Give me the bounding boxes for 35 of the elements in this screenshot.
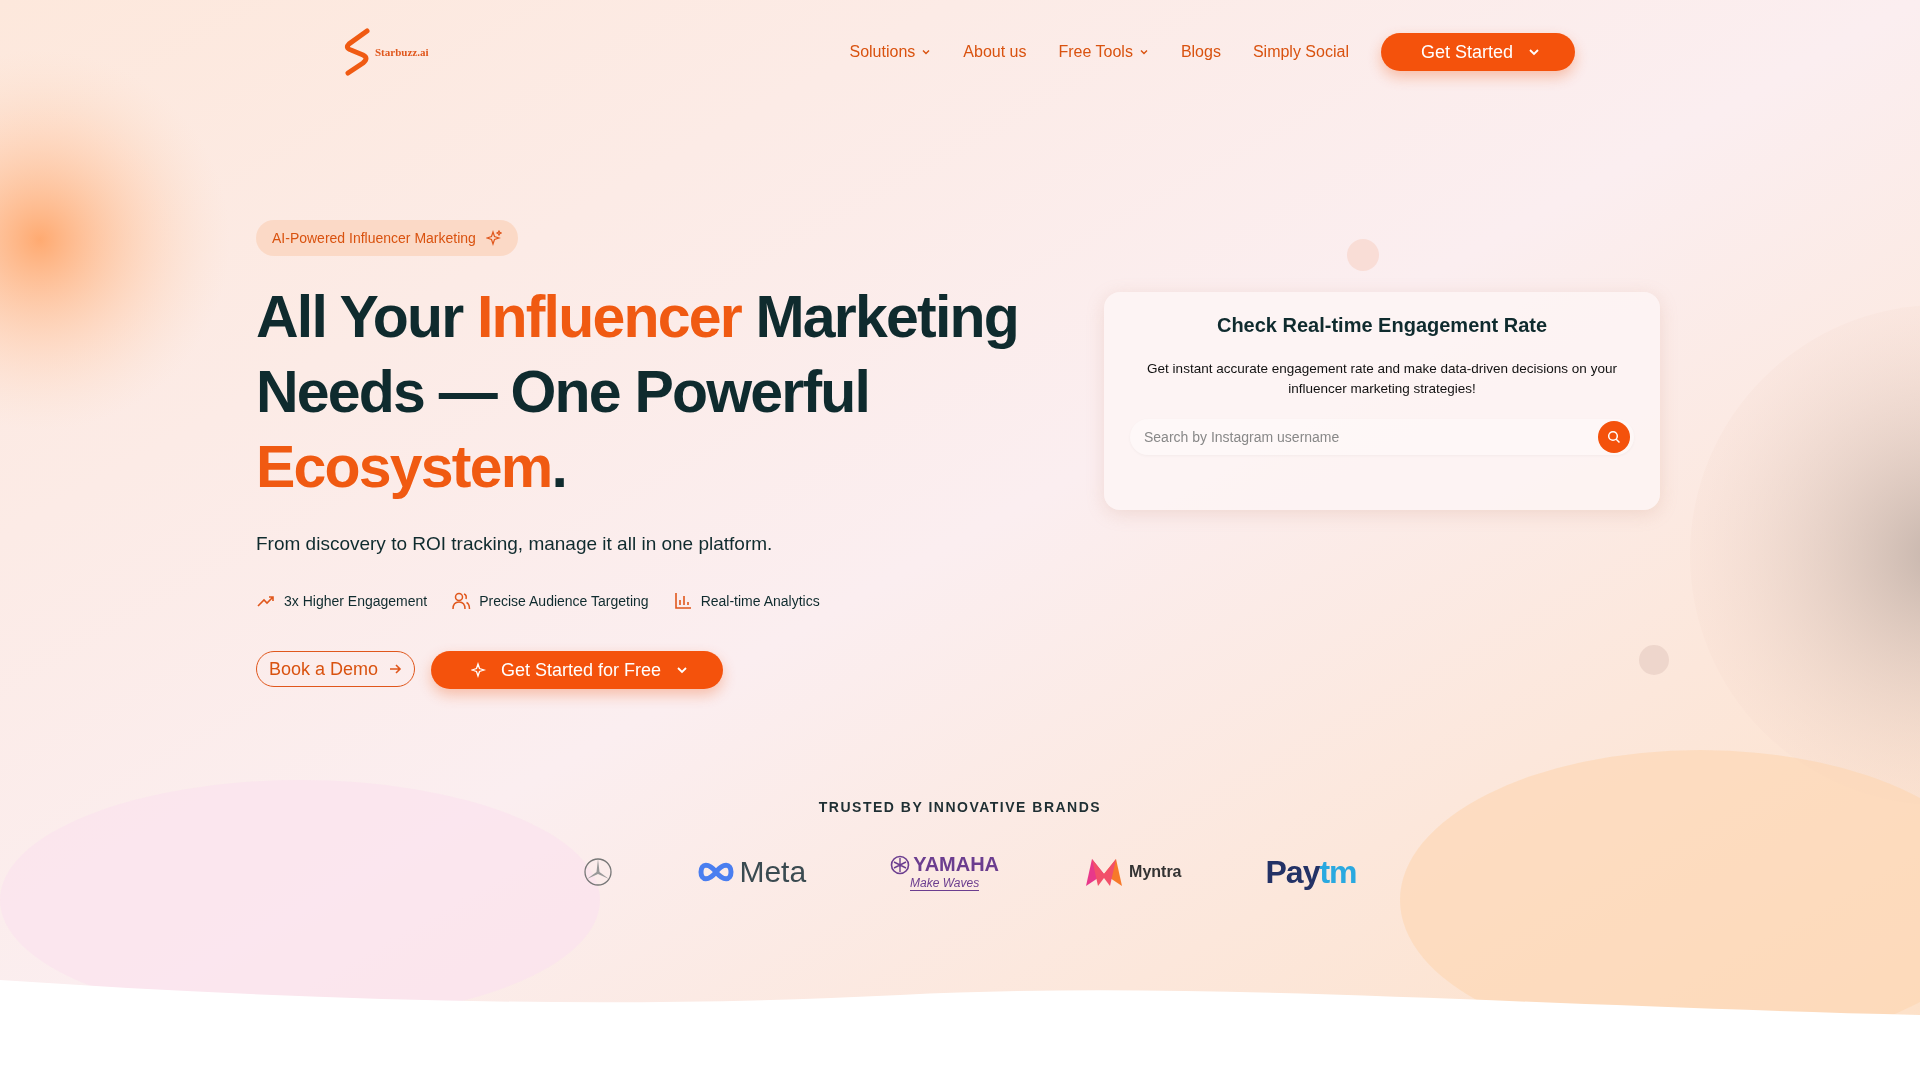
nav-link[interactable]: Solutions: [849, 43, 932, 61]
brand-name: Meta: [739, 855, 807, 889]
nav-link[interactable]: Free Tools: [1058, 43, 1149, 61]
brand-tagline: Make Waves: [910, 876, 980, 891]
brands-title: TRUSTED BY INNOVATIVE BRANDS: [817, 799, 1103, 815]
arrow-right-icon: [388, 662, 403, 676]
infinity-logo: [697, 861, 736, 883]
tuning-fork-emblem: [890, 854, 911, 875]
sparkle-icon: [485, 230, 502, 246]
nav-link[interactable]: Blogs: [1180, 43, 1221, 61]
brand-name: Paytm: [1265, 853, 1357, 891]
feature-label: 3x Higher Engagement: [284, 593, 428, 609]
sparkle-icon: [471, 662, 488, 678]
get-started-free-button[interactable]: Get Started for Free: [431, 651, 724, 689]
bar-chart-icon: [672, 591, 693, 611]
brand-name: YAMAHA: [913, 853, 1000, 876]
get-started-button[interactable]: Get Started: [1380, 33, 1575, 71]
logo-text[interactable]: Starbuzz.ai: [375, 46, 429, 58]
logo-icon[interactable]: [343, 28, 373, 76]
brand-name: Myntra: [1129, 863, 1182, 881]
hero-heading: All Your Influencer Marketing Needs — One Powerful Ecosystem.: [256, 283, 1019, 502]
badge-text: AI-Powered Influencer Marketing: [272, 230, 476, 246]
nav-link[interactable]: About us: [963, 43, 1027, 61]
nav-link[interactable]: Simply Social: [1252, 43, 1349, 61]
feature-label: Real-time Analytics: [700, 593, 820, 609]
chevron-icon: [921, 47, 932, 57]
chevron-icon: [1138, 47, 1149, 57]
three-point-star-logo: [583, 857, 614, 887]
search-button[interactable]: [1598, 421, 1630, 453]
card-title: Check Real-time Engagement Rate: [1215, 314, 1549, 337]
search-icon: [1607, 430, 1621, 444]
users-icon: [451, 591, 472, 611]
hero-subtitle: From discovery to ROI tracking, manage it all in one platform.: [256, 533, 774, 555]
card-text: Get instant accurate engagement rate and make data-driven decisions on your influencer marketing strategies!: [1146, 360, 1618, 398]
feature-label: Precise Audience Targeting: [479, 593, 649, 609]
